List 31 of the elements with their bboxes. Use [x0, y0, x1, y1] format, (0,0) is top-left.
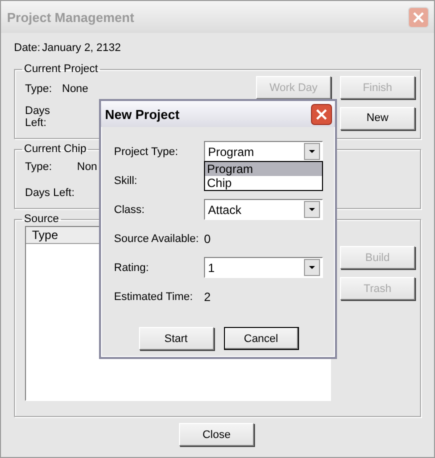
field-value: None: [62, 83, 88, 95]
field-label: Project Type:: [114, 146, 179, 158]
button[interactable]: Start: [138, 327, 214, 350]
field-label: Class:: [114, 204, 146, 216]
date-value: January 2, 2132: [42, 42, 121, 54]
dropdown[interactable]: Attack: [204, 199, 323, 220]
dialog-title: New Project: [105, 106, 180, 122]
field-label: Estimated Time:: [114, 290, 194, 302]
group-title: Current Project: [23, 63, 99, 75]
close-button[interactable]: Close: [179, 423, 254, 446]
window-title: Project Management: [7, 10, 134, 24]
dropdown[interactable]: 1: [204, 257, 323, 278]
date-label: Date:: [14, 42, 42, 54]
group-title: Current Chip: [23, 143, 88, 155]
field-label: Days Left:: [25, 105, 52, 129]
dropdown[interactable]: Program: [204, 141, 323, 162]
field-label: Rating:: [114, 262, 150, 274]
button[interactable]: New: [340, 106, 415, 130]
field-value: 2: [204, 290, 211, 304]
dropdown-option[interactable]: Program: [205, 162, 322, 176]
field-label: Type:: [25, 161, 53, 173]
field-label: Days Left:: [25, 187, 76, 199]
field-label: Skill:: [114, 174, 138, 186]
field-label: Source Available:: [114, 232, 200, 244]
close-icon[interactable]: [311, 104, 332, 124]
field-value: Non: [77, 161, 98, 173]
field-label: Type:: [25, 83, 53, 95]
button[interactable]: Cancel: [224, 327, 298, 350]
group-title: Source: [23, 213, 60, 225]
dropdown-option[interactable]: Chip: [205, 176, 322, 190]
field-value: 0: [204, 232, 211, 246]
